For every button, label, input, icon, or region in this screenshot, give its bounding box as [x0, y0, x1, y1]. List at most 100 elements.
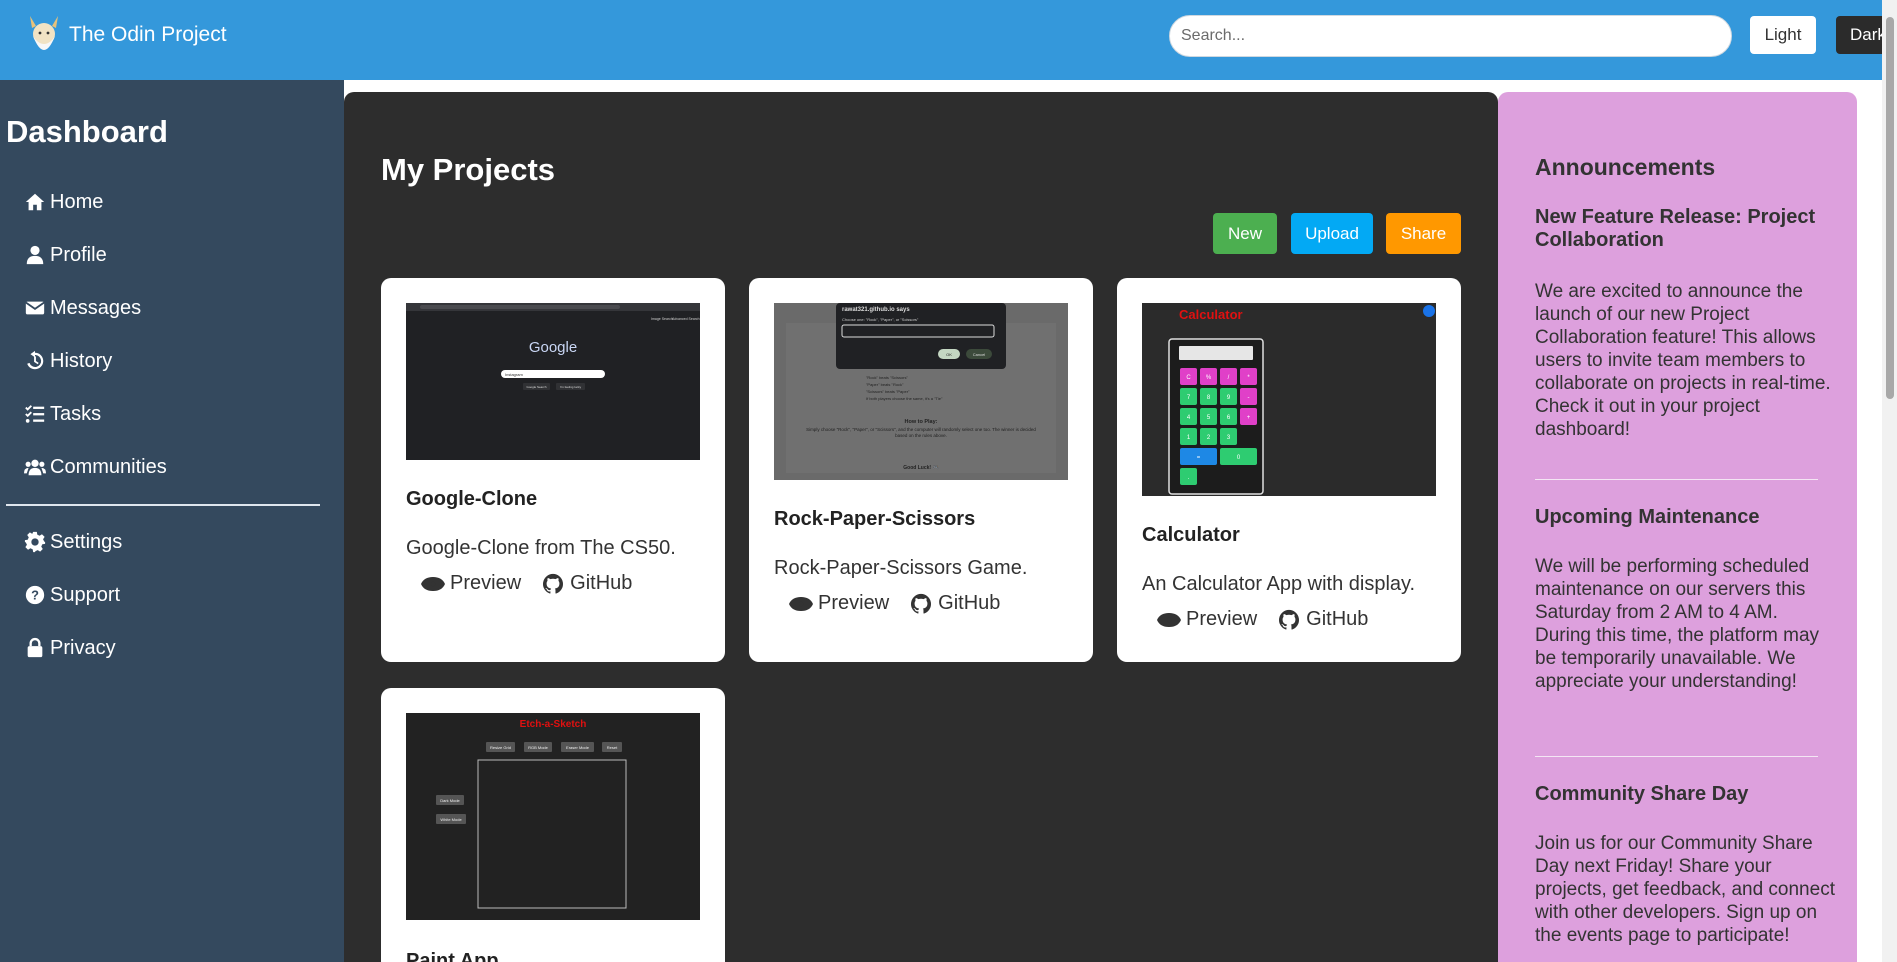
- envelope-icon: [25, 301, 45, 315]
- rule-4: If both players choose the same, it's a …: [866, 396, 943, 401]
- page-title: My Projects: [381, 152, 556, 187]
- etch-title: Etch-a-Sketch: [520, 719, 587, 730]
- project-title: Google-Clone: [406, 488, 538, 510]
- github-label: GitHub: [1306, 608, 1369, 630]
- calc-key-label: +: [1247, 415, 1251, 421]
- sidebar-item-profile[interactable]: Profile: [24, 240, 107, 270]
- sidebar: Dashboard Home Profile Messages History …: [0, 80, 344, 962]
- announcements-panel: Announcements New Feature Release: Proje…: [1498, 92, 1857, 962]
- project-card: Etch-a-Sketch Resize Grid RGB Mode Erase…: [381, 688, 725, 962]
- github-link[interactable]: GitHub: [1277, 608, 1368, 631]
- sidebar-title: Dashboard: [6, 114, 168, 149]
- rgb-mode-button: RGB Mode: [528, 745, 549, 750]
- rule-2: "Paper" beats "Rock": [866, 382, 904, 387]
- project-card: Calculator C% / * 7 8 9-4 5 6 +1 2 3 = 0. Calculator…: [1117, 278, 1461, 662]
- sidebar-item-label: Privacy: [50, 636, 116, 659]
- github-icon: [543, 573, 564, 594]
- project-description: Google-Clone from The CS50.: [406, 537, 676, 559]
- sidebar-item-support[interactable]: ? Support: [24, 580, 120, 610]
- announcement-divider: [1535, 756, 1818, 757]
- announcement-heading: Community Share Day: [1535, 783, 1749, 805]
- page-scrollbar-thumb[interactable]: [1886, 17, 1894, 399]
- sidebar-item-label: Support: [50, 583, 121, 606]
- user-icon: [26, 245, 44, 265]
- new-button[interactable]: New: [1213, 213, 1277, 254]
- project-thumbnail[interactable]: Etch-a-Sketch Resize Grid RGB Mode Erase…: [406, 713, 700, 920]
- preview-label: Preview: [450, 572, 522, 594]
- preview-label: Preview: [1186, 608, 1258, 630]
- sidebar-item-tasks[interactable]: Tasks: [24, 399, 101, 429]
- image-search-link: Image Search: [651, 317, 673, 321]
- white-mode-button: White Mode: [440, 817, 462, 822]
- google-search-value: Instagram: [505, 372, 523, 377]
- announcements-title: Announcements: [1535, 154, 1716, 180]
- announcement-heading: Upcoming Maintenance: [1535, 506, 1760, 528]
- project-thumbnail[interactable]: rawat321.github.io says Choose one: "Roc…: [774, 303, 1068, 480]
- dark-mode-button: Dark Mode: [440, 798, 460, 803]
- dialog-cancel-button: Cancel: [973, 352, 986, 357]
- feeling-lucky-button: I'm feeling lucky: [560, 385, 582, 389]
- project-card: Image Search Advanced Search Google Inst…: [381, 278, 725, 662]
- github-icon: [911, 593, 932, 614]
- github-link[interactable]: GitHub: [909, 592, 1000, 615]
- preview-link[interactable]: Preview: [1157, 608, 1257, 631]
- light-theme-button[interactable]: Light: [1750, 16, 1816, 54]
- preview-link[interactable]: Preview: [789, 592, 889, 615]
- preview-link[interactable]: Preview: [421, 572, 521, 595]
- project-thumbnail[interactable]: Calculator C% / *7 8 9 -4 5 6 +1 2 3= 0.: [1142, 303, 1436, 496]
- top-header: The Odin Project Light Dark: [0, 0, 1897, 80]
- github-link[interactable]: GitHub: [541, 572, 632, 595]
- sidebar-divider: [6, 504, 320, 506]
- brand-name[interactable]: The Odin Project: [69, 23, 227, 47]
- announcement-text: We will be performing scheduled maintena…: [1535, 556, 1820, 692]
- project-card: rawat321.github.io says Choose one: "Roc…: [749, 278, 1093, 662]
- question-circle-icon: ?: [25, 585, 45, 605]
- sidebar-item-history[interactable]: History: [24, 346, 112, 376]
- sidebar-item-communities[interactable]: Communities: [24, 452, 167, 482]
- main-content: My Projects New Upload Share Image Searc…: [344, 92, 1498, 962]
- eraser-mode-button: Eraser Mode: [566, 745, 590, 750]
- lock-icon: [27, 637, 43, 658]
- sidebar-item-privacy[interactable]: Privacy: [24, 633, 116, 663]
- calc-key-label: %: [1206, 375, 1212, 381]
- calc-key-label: C: [1186, 375, 1191, 381]
- eye-icon: [789, 596, 813, 611]
- project-thumbnail[interactable]: Image Search Advanced Search Google Inst…: [406, 303, 700, 460]
- project-title: Rock-Paper-Scissors: [774, 508, 976, 530]
- sidebar-item-home[interactable]: Home: [24, 187, 103, 217]
- preview-label: Preview: [818, 592, 890, 614]
- announcement-divider: [1535, 479, 1818, 480]
- users-icon: [24, 459, 46, 476]
- rule-3: "Scissors" beats "Paper": [866, 389, 910, 394]
- how-to-play-text: Simply choose "Rock", "Paper", or "Sciss…: [806, 427, 1036, 438]
- sidebar-item-label: Communities: [50, 455, 167, 478]
- sidebar-item-messages[interactable]: Messages: [24, 293, 141, 323]
- share-button[interactable]: Share: [1386, 213, 1461, 254]
- search-input[interactable]: [1169, 15, 1732, 57]
- advanced-search-link: Advanced Search: [672, 317, 700, 321]
- gear-icon: [24, 531, 46, 553]
- tasks-icon: [25, 405, 45, 423]
- project-title: Calculator: [1142, 524, 1240, 546]
- project-title: Paint App: [406, 950, 499, 962]
- calc-key-label: =: [1197, 455, 1201, 461]
- dialog-title: rawat321.github.io says: [842, 307, 910, 313]
- home-icon: [25, 193, 45, 211]
- eye-icon: [421, 576, 445, 591]
- project-links: Preview GitHub: [789, 592, 1020, 615]
- how-to-play-title: How to Play:: [904, 419, 937, 425]
- reset-button: Reset: [607, 745, 618, 750]
- github-label: GitHub: [938, 592, 1001, 614]
- upload-button[interactable]: Upload: [1291, 213, 1373, 254]
- svg-text:?: ?: [31, 588, 39, 603]
- announcement-heading: New Feature Release: Project Collaborati…: [1535, 206, 1816, 251]
- odin-logo-icon[interactable]: [24, 14, 64, 62]
- resize-grid-button: Resize Grid: [490, 745, 511, 750]
- sidebar-item-label: Settings: [50, 530, 123, 553]
- calculator-title: Calculator: [1179, 307, 1243, 322]
- sidebar-item-label: History: [50, 349, 113, 372]
- sidebar-item-settings[interactable]: Settings: [24, 527, 122, 557]
- history-icon: [27, 350, 44, 370]
- dialog-ok-button: OK: [946, 352, 952, 357]
- eye-icon: [1157, 612, 1181, 627]
